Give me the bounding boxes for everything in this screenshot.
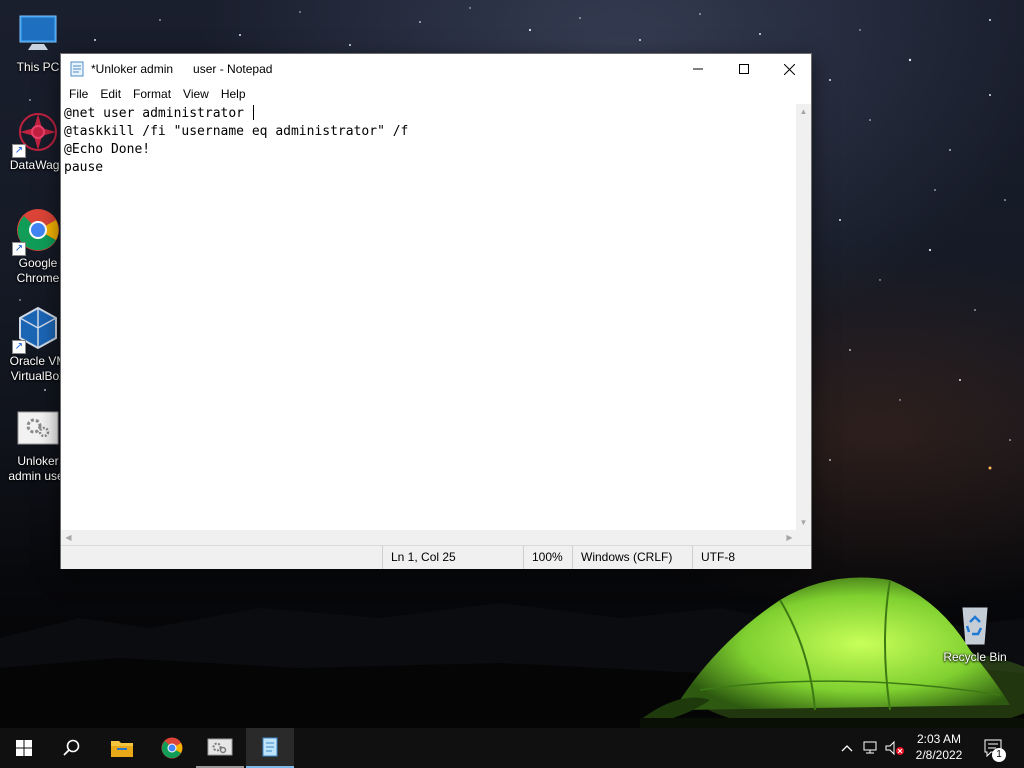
unloker-batch-icon <box>207 738 233 756</box>
scrollbar-corner <box>796 530 811 545</box>
scroll-up-icon[interactable]: ▲ <box>796 104 811 119</box>
clock-time: 2:03 AM <box>916 732 962 746</box>
close-button[interactable] <box>766 54 812 84</box>
desktop-icon-label: Recycle Bin <box>943 650 1007 664</box>
editor-line-1: @net user administrator <box>64 106 252 121</box>
this-pc-icon <box>14 10 62 58</box>
shortcut-arrow-icon: ↗ <box>12 242 26 256</box>
vertical-scrollbar[interactable]: ▲ ▼ <box>796 104 811 530</box>
status-line-ending: Windows (CRLF) <box>572 546 692 569</box>
network-disconnected-icon <box>863 741 877 754</box>
datawagon-icon: ↗ <box>12 108 62 158</box>
text-caret <box>252 105 254 120</box>
shortcut-arrow-icon: ↗ <box>12 144 26 158</box>
editor-content[interactable]: @net user administrator @taskkill /fi "u… <box>61 104 797 178</box>
menu-bar: File Edit Format View Help <box>61 84 811 104</box>
scroll-left-icon[interactable]: ◀ <box>61 530 76 545</box>
desktop-icon-label: Oracle VM VirtualBox <box>9 354 67 383</box>
action-center-button[interactable]: 1 <box>978 728 1010 768</box>
desktop-icon-label: This PC <box>16 60 60 74</box>
editor-line-4: pause <box>64 160 104 175</box>
status-zoom: 100% <box>523 546 572 569</box>
notification-count-badge: 1 <box>992 748 1006 762</box>
clock-date: 2/8/2022 <box>915 748 963 762</box>
minimize-button[interactable] <box>675 54 721 84</box>
chrome-icon: ↗ <box>12 206 62 256</box>
shortcut-arrow-icon: ↗ <box>12 340 26 354</box>
scroll-right-icon[interactable]: ▶ <box>782 530 797 545</box>
chrome-icon <box>161 737 183 759</box>
show-hidden-icons-button[interactable] <box>838 728 856 768</box>
close-icon <box>783 63 795 75</box>
text-editor-area[interactable]: @net user administrator @taskkill /fi "u… <box>61 104 797 530</box>
taskbar-chrome[interactable] <box>148 728 196 768</box>
recycle-bin-icon <box>951 600 999 648</box>
search-icon <box>63 739 80 756</box>
volume-button[interactable] <box>884 728 906 768</box>
taskbar: 2:03 AM 2/8/2022 1 <box>0 728 1024 768</box>
menu-help[interactable]: Help <box>215 87 252 101</box>
editor-line-2: @taskkill /fi "username eq administrator… <box>64 124 409 139</box>
menu-format[interactable]: Format <box>127 87 177 101</box>
status-bar: Ln 1, Col 25 100% Windows (CRLF) UTF-8 <box>61 545 811 569</box>
batch-file-icon <box>14 404 62 452</box>
notepad-window: *Unloker admin user - Notepad File Edit … <box>60 53 812 569</box>
menu-edit[interactable]: Edit <box>94 87 127 101</box>
volume-muted-icon <box>885 740 904 756</box>
taskbar-notepad[interactable] <box>246 728 294 768</box>
taskbar-unloker-batch[interactable] <box>196 728 244 768</box>
start-icon <box>16 740 32 756</box>
desktop-icon-label: Google Chrome <box>16 256 60 285</box>
minimize-icon <box>693 68 703 70</box>
maximize-button[interactable] <box>721 54 767 84</box>
chevron-up-icon <box>841 745 853 752</box>
status-encoding: UTF-8 <box>692 546 811 569</box>
virtualbox-icon: ↗ <box>12 304 62 354</box>
notepad-icon <box>70 61 84 77</box>
desktop-icon-recycle-bin[interactable]: Recycle Bin <box>936 600 1014 665</box>
maximize-icon <box>739 64 749 74</box>
window-title: *Unloker admin user - Notepad <box>91 62 273 76</box>
search-button[interactable] <box>48 728 96 768</box>
notepad-icon <box>262 737 278 757</box>
menu-view[interactable]: View <box>177 87 215 101</box>
taskbar-clock[interactable]: 2:03 AM 2/8/2022 <box>906 728 972 768</box>
menu-file[interactable]: File <box>63 87 94 101</box>
desktop-icon-label: DataWago <box>9 158 67 172</box>
title-bar[interactable]: *Unloker admin user - Notepad <box>61 54 811 84</box>
file-explorer-icon <box>111 741 133 757</box>
desktop-icon-label: Unloker admin user <box>8 454 68 483</box>
taskbar-file-explorer[interactable] <box>98 728 146 768</box>
status-cursor-position: Ln 1, Col 25 <box>382 546 523 569</box>
network-status-button[interactable] <box>860 728 882 768</box>
editor-line-3: @Echo Done! <box>64 142 151 157</box>
scroll-down-icon[interactable]: ▼ <box>796 515 811 530</box>
horizontal-scrollbar[interactable]: ◀ ▶ <box>61 530 797 545</box>
start-button[interactable] <box>0 728 48 768</box>
